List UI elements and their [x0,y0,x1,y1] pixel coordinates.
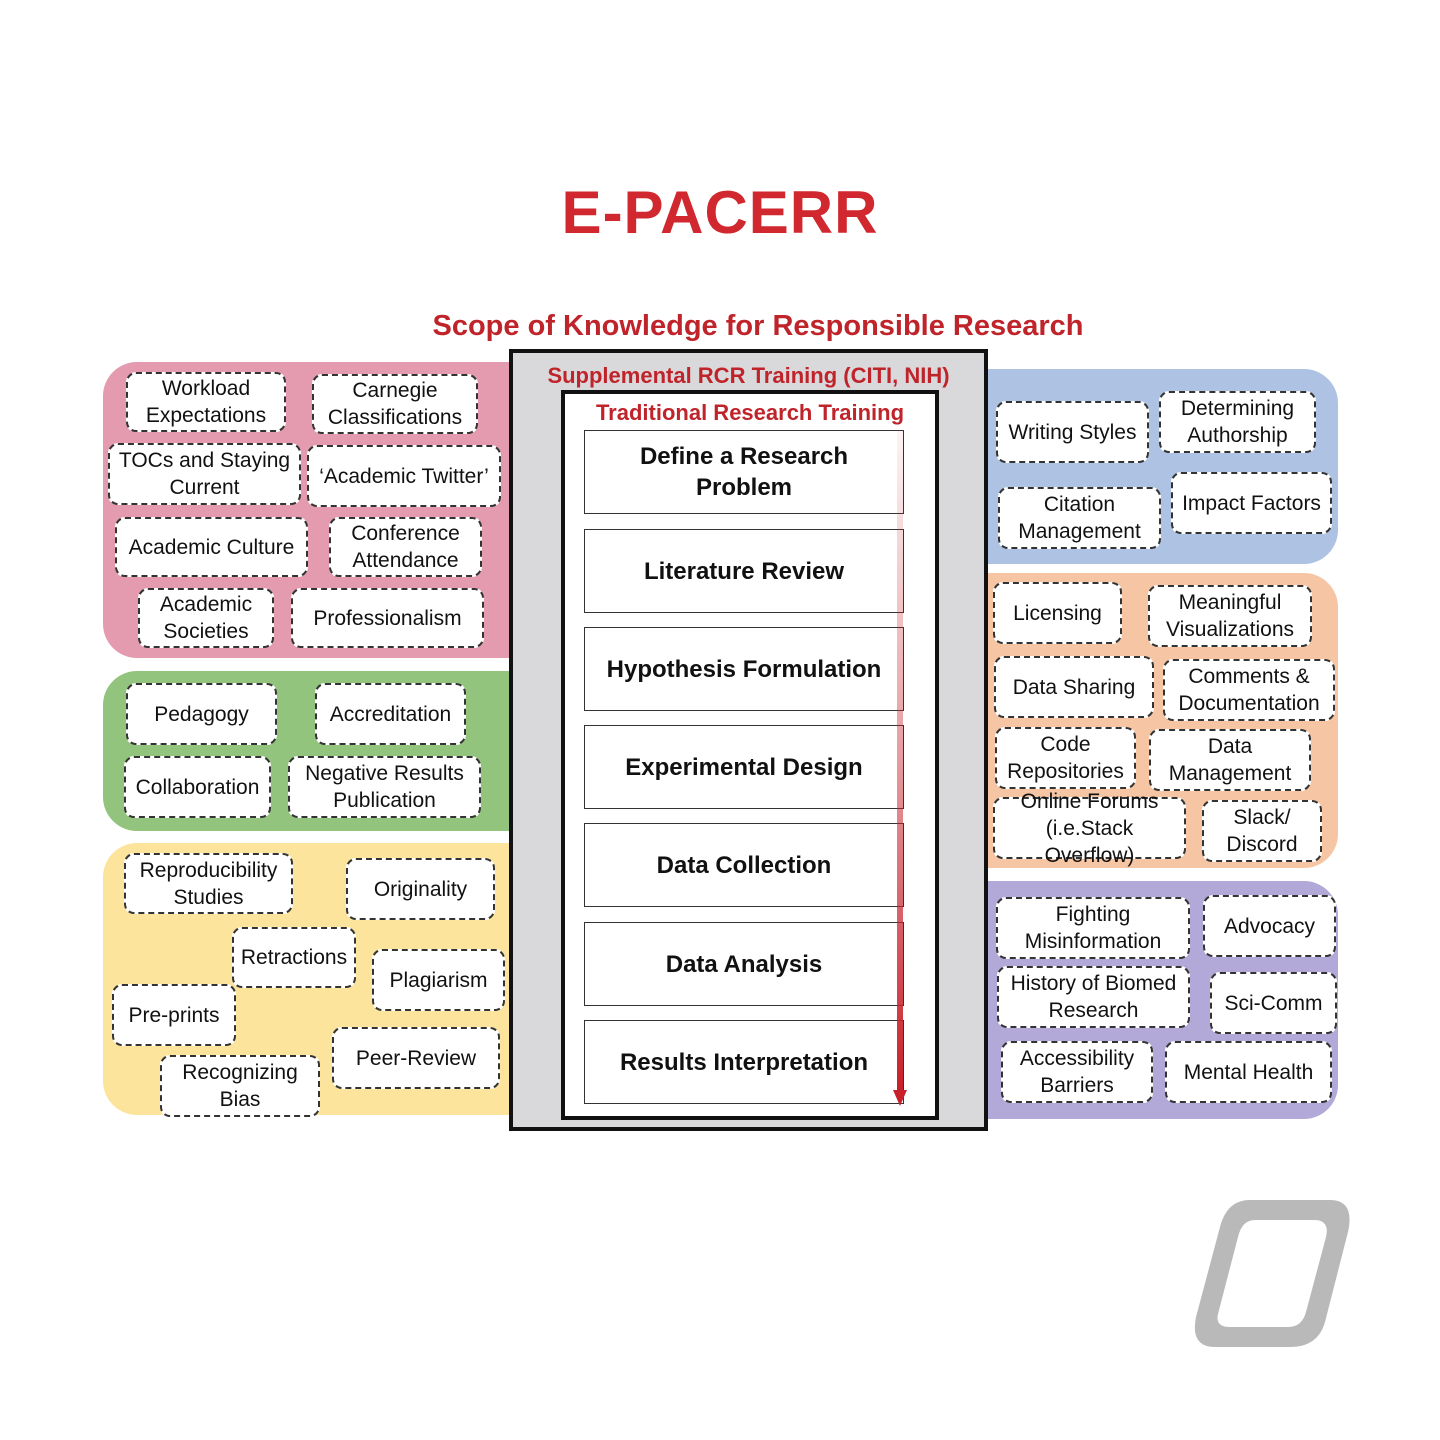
supplemental-rcr-label: Supplemental RCR Training (CITI, NIH) [547,363,950,388]
topic-meaningful-visualizations: Meaningful Visualizations [1148,585,1312,647]
topic-peer-review: Peer-Review [332,1027,500,1089]
topic-professionalism: Professionalism [291,588,484,648]
topic-sci-comm: Sci-Comm [1210,972,1337,1034]
topic-citation-management: Citation Management [998,487,1161,549]
topic-conference-attendance: Conference Attendance [329,517,482,577]
topic-pedagogy: Pedagogy [126,683,277,745]
topic-academic-culture: Academic Culture [115,517,308,577]
topic-impact-factors: Impact Factors [1171,472,1332,534]
topic-writing-styles: Writing Styles [996,401,1149,463]
topic-workload-expectations: Workload Expectations [126,372,286,432]
topic-slack-discord: Slack/ Discord [1202,800,1322,862]
topic-fighting-misinformation: Fighting Misinformation [996,897,1190,959]
topic-online-forums: Online Forums (i.e.Stack Overflow) [993,790,1186,867]
topic-licensing: Licensing [993,582,1122,644]
topic-history-biomed-research: History of Biomed Research [997,966,1190,1028]
topic-accreditation: Accreditation [315,683,466,745]
university-o-logo-icon [1194,1200,1350,1347]
topic-collaboration: Collaboration [124,756,271,818]
process-flow-arrow-icon [893,430,907,1106]
page-title: E-PACERR [561,179,879,246]
topic-determining-authorship: Determining Authorship [1159,391,1316,453]
topic-data-sharing: Data Sharing [994,656,1154,718]
topic-carnegie-classifications: Carnegie Classifications [312,374,478,434]
topic-comments-documentation: Comments & Documentation [1163,659,1335,721]
topic-academic-twitter: ‘Academic Twitter’ [307,445,501,507]
topic-reproducibility-studies: Reproducibility Studies [124,853,293,914]
step-hypothesis-formulation: Hypothesis Formulation [584,627,904,711]
traditional-training-label: Traditional Research Training [595,400,905,425]
topic-negative-results-publication: Negative Results Publication [288,756,481,818]
topic-pre-prints: Pre-prints [112,984,236,1046]
topic-plagiarism: Plagiarism [372,949,505,1011]
step-results-interpretation: Results Interpretation [584,1020,904,1104]
step-literature-review: Literature Review [584,529,904,613]
topic-code-repositories: Code Repositories [995,727,1136,789]
diagram-subtitle: Scope of Knowledge for Responsible Resea… [432,310,1084,342]
topic-accessibility-barriers: Accessibility Barriers [1001,1041,1153,1103]
step-experimental-design: Experimental Design [584,725,904,809]
topic-tocs-staying-current: TOCs and Staying Current [108,443,301,505]
topic-academic-societies: Academic Societies [138,588,274,648]
topic-mental-health: Mental Health [1165,1041,1332,1103]
topic-data-management: Data Management [1149,729,1311,791]
topic-retractions: Retractions [232,927,356,988]
step-define-problem: Define a Research Problem [584,430,904,514]
step-data-analysis: Data Analysis [584,922,904,1006]
topic-originality: Originality [346,858,495,920]
topic-recognizing-bias: Recognizing Bias [160,1055,320,1117]
topic-advocacy: Advocacy [1203,895,1336,957]
step-data-collection: Data Collection [584,823,904,907]
